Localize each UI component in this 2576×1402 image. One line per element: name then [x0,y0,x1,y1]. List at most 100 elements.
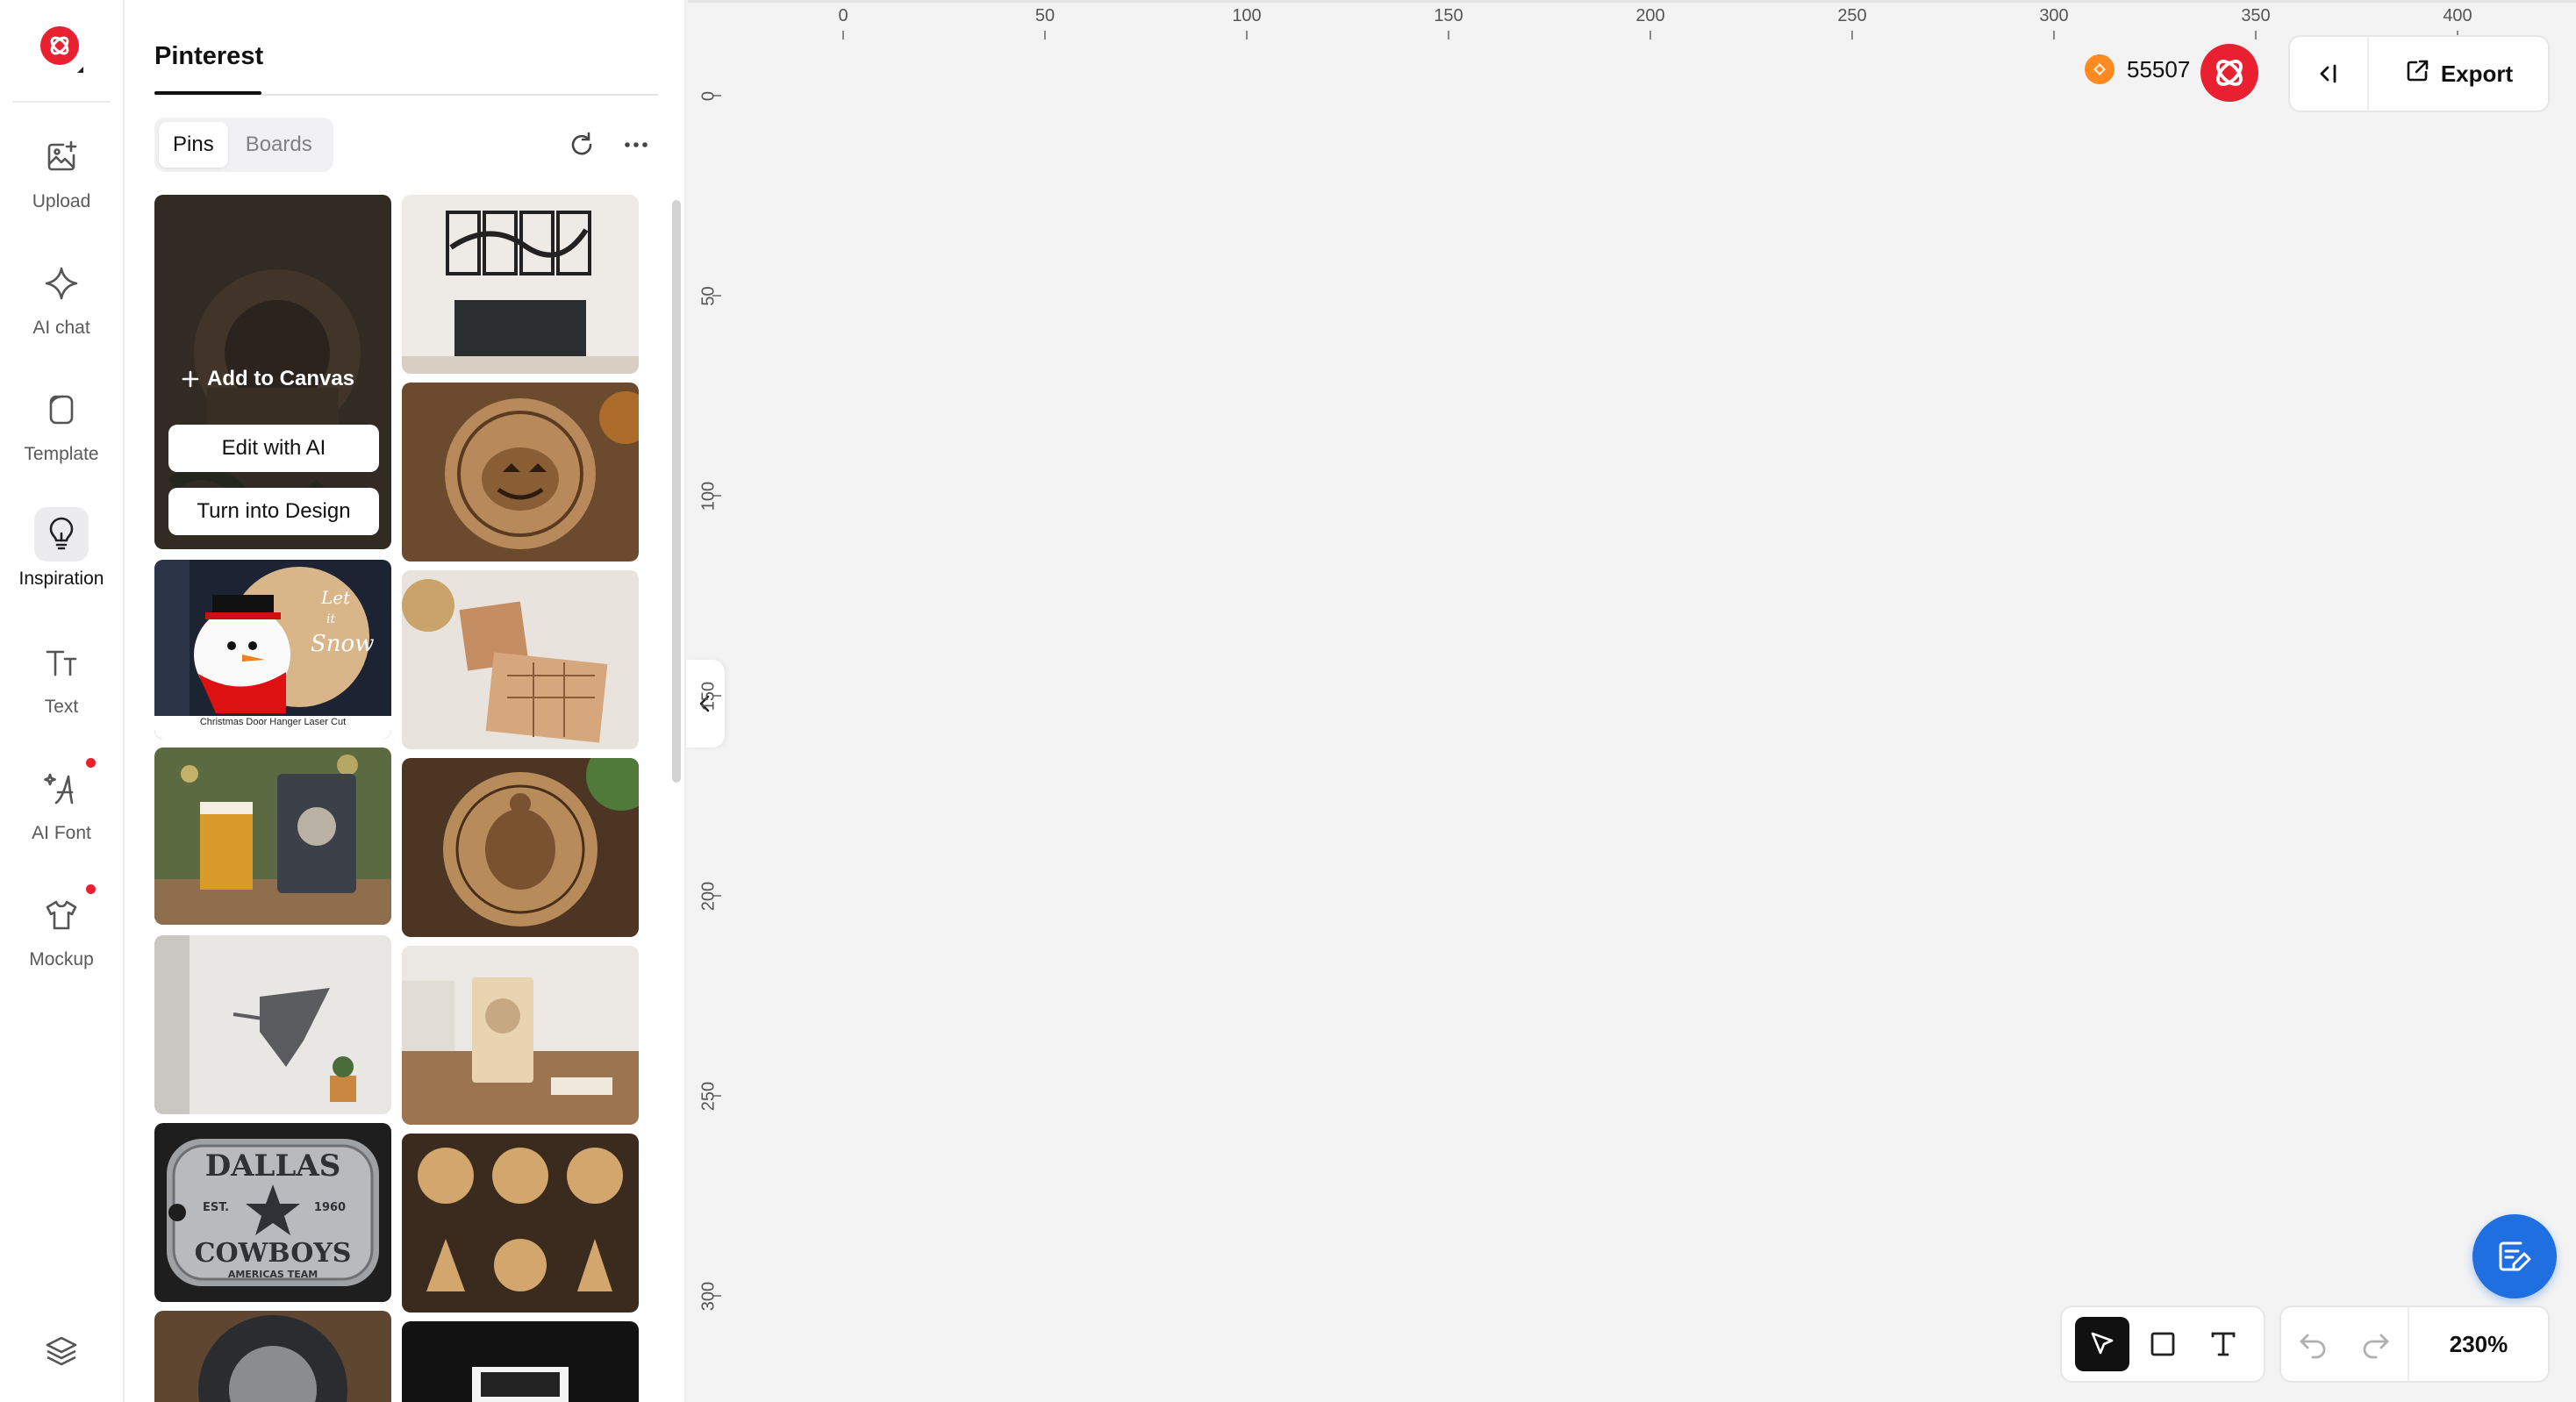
export-button[interactable]: Export [2369,58,2548,90]
collapse-panel-icon[interactable] [2290,37,2369,111]
pin-image-beer-glass-cat-frame [154,747,391,925]
ruler-label: 200 [1635,6,1665,25]
pin-card[interactable]: Let it Snow Christmas Door Hanger Laser … [154,560,391,739]
ruler-tick [1851,31,1853,39]
americas-team-text: AMERICAS TEAM [228,1269,318,1280]
credits-counter[interactable]: 55507 [2085,54,2190,84]
dallas-year-text: 1960 [314,1201,346,1214]
ruler-label: 300 [2039,6,2069,25]
ruler-label: 250 [698,1081,719,1112]
ruler-label: 300 [698,1281,719,1312]
mockup-badge [86,884,96,894]
tshirt-icon [34,888,89,942]
turn-into-design-button[interactable]: Turn into Design [168,488,379,535]
add-to-canvas-button[interactable]: Add to Canvas [181,367,354,391]
pin-card[interactable] [402,570,639,749]
ruler-tick [2255,31,2257,39]
ruler-tick [1044,31,1046,39]
lightbulb-icon [34,507,89,562]
rail-item-mockup[interactable]: Mockup [0,884,123,993]
snow-text-2: it [326,612,335,626]
pin-card[interactable] [402,758,639,937]
ruler-tick [842,31,844,39]
refresh-icon[interactable] [563,126,600,163]
dallas-text: DALLAS [205,1148,341,1184]
panel-title: Pinterest [154,42,264,70]
pinterest-panel: Pinterest Pins Boards Add to Canvas Edit… [125,0,686,1402]
export-icon [2404,58,2430,90]
text-tool-icon[interactable] [2196,1317,2250,1371]
export-label: Export [2440,60,2514,87]
logo-menu-indicator-icon [77,67,83,73]
pin-card[interactable] [402,946,639,1125]
rail-item-ai-chat[interactable]: AI chat [0,256,123,361]
plus-icon [181,369,200,389]
ruler-label: 50 [1034,6,1055,25]
rail-item-upload[interactable]: Upload [0,130,123,235]
cursor-icon[interactable] [2075,1317,2130,1371]
pin-card[interactable] [402,195,639,374]
panel-title-underline [154,91,261,95]
ai-font-icon [34,762,89,816]
pin-card[interactable] [154,935,391,1114]
pin-image-tree-wall-art-panels [402,195,639,374]
app-logo-icon[interactable] [40,26,79,65]
rectangle-icon[interactable] [2136,1317,2190,1371]
coin-icon [2085,54,2114,84]
redo-icon[interactable] [2344,1307,2408,1381]
ruler-tick [2053,31,2055,39]
sparkle-icon [34,256,89,311]
pin-card[interactable] [154,747,391,925]
rail-label-ai-chat: AI chat [32,318,90,338]
ruler-tick [1649,31,1651,39]
rail-item-inspiration[interactable]: Inspiration [0,507,123,612]
undo-icon[interactable] [2281,1307,2344,1381]
pin-image-turtle-mandala-coaster [402,758,639,937]
feedback-button[interactable] [2472,1214,2557,1298]
pin-card[interactable] [402,1321,639,1402]
pin-card[interactable]: DALLAS EST. 1960 COWBOYS AMERICAS TEAM [154,1123,391,1302]
rail-label-ai-font: AI Font [32,823,91,843]
rail-label-upload: Upload [32,191,91,211]
pin-card[interactable] [154,1311,391,1402]
pins-boards-switch: Pins Boards [154,118,333,172]
dallas-est-text: EST. [203,1201,229,1214]
rail-label-inspiration: Inspiration [18,569,104,589]
pin-caption: Christmas Door Hanger Laser Cut [154,716,391,739]
tab-pins[interactable]: Pins [159,122,228,168]
pin-image-wooden-ornaments [402,1134,639,1313]
tab-boards[interactable]: Boards [232,122,326,168]
brand-avatar-icon[interactable] [2200,44,2258,102]
pin-card[interactable]: Add to Canvas Edit with AI Turn into Des… [154,195,391,549]
pin-image-let-it-snow-door-hanger: Let it Snow [154,560,391,739]
pin-card[interactable] [402,1134,639,1313]
ruler-label: 100 [1232,6,1262,25]
ruler-label: 250 [1837,6,1867,25]
ruler-label: 0 [698,90,719,102]
rail-item-ai-font[interactable]: AI Font [0,758,123,867]
layers-icon[interactable] [35,1325,88,1377]
rail-label-template: Template [24,444,99,464]
rail-item-text[interactable]: Text [0,635,123,740]
edit-with-ai-button[interactable]: Edit with AI [168,425,379,472]
drawing-tools [2060,1305,2265,1383]
ruler-label: 100 [698,481,719,511]
zoom-level[interactable]: 230% [2408,1307,2548,1381]
ruler-label: 350 [2241,6,2271,25]
rail-divider [12,101,111,103]
image-plus-icon [34,130,89,184]
pin-image-night-light-box [402,1321,639,1402]
ruler-tick [1448,31,1449,39]
ruler-label: 200 [698,881,719,912]
rail-label-mockup: Mockup [29,949,94,969]
pins-scrollbar[interactable] [672,200,681,783]
vertical-ruler: 0 50 100 150 200 250 300 [688,40,723,1402]
more-icon[interactable] [618,126,655,163]
template-icon [34,383,89,437]
horizontal-ruler: 0 50 100 150 200 250 300 350 400 [688,0,2576,40]
ruler-label: 400 [2443,6,2472,25]
pin-card[interactable] [402,383,639,562]
snow-text-3: Snow [311,631,374,657]
text-icon [34,635,89,690]
rail-item-template[interactable]: Template [0,383,123,488]
